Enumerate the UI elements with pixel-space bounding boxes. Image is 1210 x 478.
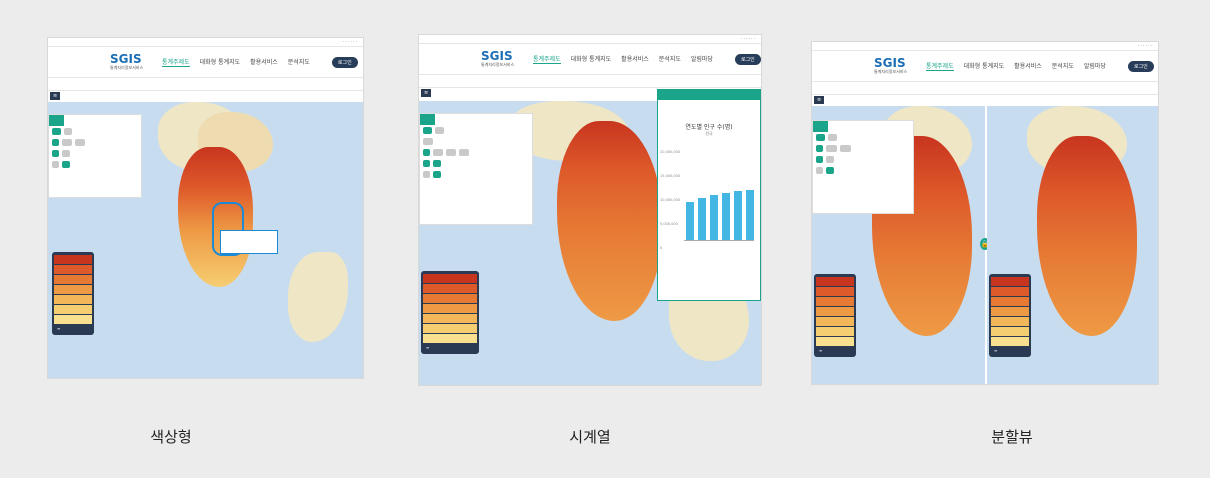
region-select[interactable] xyxy=(812,82,1158,95)
legend-left: ≡ xyxy=(814,274,856,357)
legend: ≡ xyxy=(52,252,94,335)
nav-item[interactable]: 활용서비스 xyxy=(621,54,649,64)
map-area-left[interactable]: ≡ xyxy=(812,106,985,384)
korea-choropleth[interactable] xyxy=(557,121,662,321)
nav-item[interactable]: 분석지도 xyxy=(288,57,310,67)
chart-bar xyxy=(698,198,706,240)
logo[interactable]: SGIS 통계지리정보서비스 xyxy=(110,53,152,70)
chart-panel-header xyxy=(658,90,760,100)
nav-item[interactable]: 통계주제도 xyxy=(926,61,954,71)
toggle-off[interactable] xyxy=(63,128,73,135)
year-select[interactable] xyxy=(423,138,433,145)
legend-settings-button[interactable]: ≡ xyxy=(54,325,92,333)
region-select[interactable] xyxy=(48,78,363,91)
top-utility-bar: · · · · · · xyxy=(48,38,363,47)
nav-item[interactable]: 분석지도 xyxy=(659,54,681,64)
tooltip xyxy=(220,230,278,254)
top-utility-bar: · · · · · · xyxy=(812,42,1158,51)
main-nav: 통계주제도 대화형 통계지도 활용서비스 분석지도 xyxy=(162,57,310,67)
map-area[interactable]: ≡ xyxy=(48,102,363,378)
login-button[interactable]: 로그인 xyxy=(1127,60,1154,72)
caption-time-series: 시계열 xyxy=(569,428,611,446)
screenshot-split-view: · · · · · · SGIS 통계지리정보서비스 통계주제도 대화형 통계지도… xyxy=(812,42,1158,384)
legend-right: ≡ xyxy=(989,274,1031,357)
map-title-bar: ≡ xyxy=(48,91,363,101)
nav-item[interactable]: 활용서비스 xyxy=(250,57,278,67)
region-select[interactable] xyxy=(419,75,761,88)
menu-button[interactable]: ≡ xyxy=(814,96,825,104)
map-title-bar: ≡ xyxy=(812,95,1158,105)
chart-bar xyxy=(722,193,730,240)
map-area-right[interactable]: ≡ xyxy=(987,106,1158,384)
nav-item[interactable]: 통계주제도 xyxy=(533,54,561,64)
caption-split-view: 분할뷰 xyxy=(991,428,1033,446)
chart-bar xyxy=(734,191,742,240)
chart-title: 연도별 인구 수(명) xyxy=(685,124,733,131)
nav-item[interactable]: 대화형 통계지도 xyxy=(200,57,241,67)
toggle-on[interactable] xyxy=(52,128,61,135)
map-area[interactable]: ≡ 연도별 인구 수(명) 전국 20,000,000 15,000,000 10,… xyxy=(419,89,761,385)
menu-button[interactable]: ≡ xyxy=(50,92,61,100)
chart-plot xyxy=(684,180,754,241)
korea-choropleth-right[interactable] xyxy=(1037,136,1137,336)
y-axis-labels: 20,000,000 15,000,000 10,000,000 5,000,000 0 xyxy=(660,150,681,250)
header: SGIS 통계지리정보서비스 통계주제도 대화형 통계지도 활용서비스 분석지도 … xyxy=(48,47,363,78)
chart-bar xyxy=(686,202,694,240)
header: SGIS 통계지리정보서비스 통계주제도 대화형 통계지도 활용서비스 분석지도 … xyxy=(419,44,761,75)
nav-item[interactable]: 대화형 통계지도 xyxy=(964,61,1005,71)
settings-panel xyxy=(419,113,533,225)
nav-item[interactable]: 통계주제도 xyxy=(162,57,190,67)
main-nav: 통계주제도 대화형 통계지도 활용서비스 분석지도 알림마당 xyxy=(926,61,1106,71)
settings-panel xyxy=(812,120,914,214)
login-button[interactable]: 로그인 xyxy=(331,56,358,68)
legend-settings-button[interactable]: ≡ xyxy=(991,347,1029,355)
login-button[interactable]: 로그인 xyxy=(734,53,761,65)
chart-bar xyxy=(746,190,754,240)
header: SGIS 통계지리정보서비스 통계주제도 대화형 통계지도 활용서비스 분석지도 … xyxy=(812,51,1158,82)
screenshot-color-type: · · · · · · SGIS 통계지리정보서비스 통계주제도 대화형 통계지도… xyxy=(48,38,363,378)
legend-settings-button[interactable]: ≡ xyxy=(423,344,477,352)
menu-button[interactable]: ≡ xyxy=(421,89,432,97)
japan-landmass xyxy=(288,252,348,342)
caption-color-type: 색상형 xyxy=(150,428,192,446)
nav-item[interactable]: 알림마당 xyxy=(691,54,713,64)
screenshot-time-series: · · · · · · SGIS 통계지리정보서비스 통계주제도 대화형 통계지도… xyxy=(419,35,761,385)
nav-item[interactable]: 분석지도 xyxy=(1052,61,1074,71)
nav-item[interactable]: 대화형 통계지도 xyxy=(571,54,612,64)
logo[interactable]: SGIS 통계지리정보서비스 xyxy=(481,50,523,67)
nav-item[interactable]: 활용서비스 xyxy=(1014,61,1042,71)
settings-panel xyxy=(48,114,142,198)
legend-settings-button[interactable]: ≡ xyxy=(816,347,854,355)
chart-subtitle: 전국 xyxy=(705,131,713,136)
logo[interactable]: SGIS 통계지리정보서비스 xyxy=(874,57,916,74)
main-nav: 통계주제도 대화형 통계지도 활용서비스 분석지도 알림마당 xyxy=(533,54,713,64)
chart-bar xyxy=(710,195,718,240)
time-series-chart-panel: 연도별 인구 수(명) 전국 20,000,000 15,000,000 10,00… xyxy=(657,89,761,301)
legend: ≡ xyxy=(421,271,479,354)
nav-item[interactable]: 알림마당 xyxy=(1084,61,1106,71)
top-utility-bar: · · · · · · xyxy=(419,35,761,44)
